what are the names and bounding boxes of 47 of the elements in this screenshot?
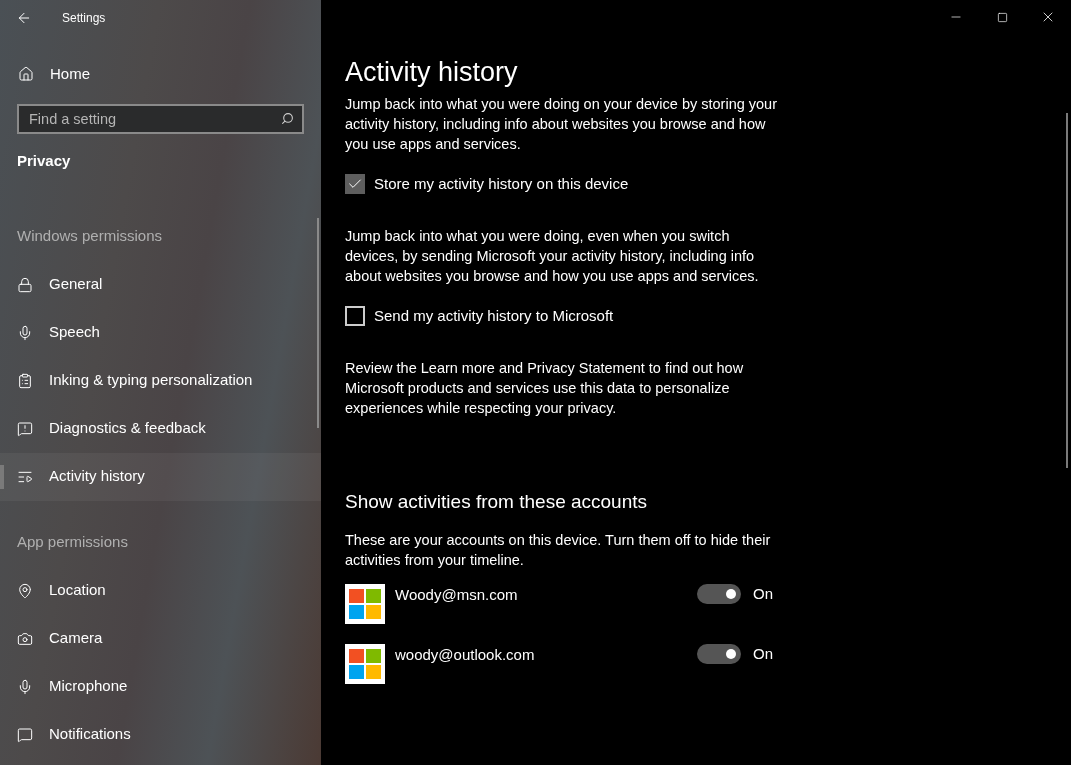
microphone-icon xyxy=(17,678,33,695)
home-link[interactable]: Home xyxy=(0,56,321,92)
clipboard-icon xyxy=(17,372,33,389)
toggle-switch[interactable] xyxy=(697,644,741,664)
section-heading: Show activities from these accounts xyxy=(345,490,649,514)
feedback-icon xyxy=(17,420,33,437)
checkbox-label: Send my activity history to Microsoft xyxy=(374,305,614,326)
microphone-icon xyxy=(17,324,33,341)
category-title: Privacy xyxy=(16,151,72,171)
back-arrow-icon xyxy=(16,10,32,26)
description-text: Review the Learn more and Privacy Statement to find out how Microsoft products and services use this data to personalize experiences while respecting your privacy. xyxy=(345,359,745,418)
account-logo xyxy=(345,584,385,624)
sidebar-item[interactable]: Inking & typing personalization xyxy=(0,356,321,405)
toggle-switch[interactable] xyxy=(697,584,741,604)
window-title: Settings xyxy=(62,10,106,27)
sidebar-item[interactable]: Activity history xyxy=(0,452,321,501)
section-header: App permissions xyxy=(16,532,129,553)
description-text: These are your accounts on this device. Turn them off to hide their activities from your timeline. xyxy=(345,531,772,570)
sidebar-item[interactable]: General xyxy=(0,260,321,309)
selection-indicator xyxy=(0,464,4,489)
sidebar-item[interactable]: Camera xyxy=(0,614,321,663)
checkbox[interactable]: Store my activity history on this device xyxy=(345,174,791,194)
account-email: Woody@msn.com xyxy=(395,585,519,605)
checkbox-box[interactable] xyxy=(345,174,365,194)
sidebar-item[interactable]: Notifications xyxy=(0,710,321,759)
account-logo xyxy=(345,644,385,684)
sidebar-item[interactable]: Speech xyxy=(0,308,321,357)
sidebar-item[interactable]: Location xyxy=(0,566,321,615)
description-text: Jump back into what you were doing on your device by storing your activity history, including info about websites you browse and how you use apps and services. xyxy=(345,95,777,154)
checkbox[interactable]: Send my activity history to Microsoft xyxy=(345,306,791,326)
home-icon xyxy=(18,66,34,82)
search-field[interactable]: Find a setting xyxy=(17,104,304,134)
description-text: Jump back into what you were doing, even when you switch devices, by sending Microsoft your activity history, including info about websites you browse and how you use apps and services. xyxy=(345,227,760,286)
sidebar-item[interactable]: Microphone xyxy=(0,662,321,711)
toggle-state: On xyxy=(753,584,773,604)
toggle-state: On xyxy=(753,644,773,664)
maximize-icon xyxy=(996,11,1008,23)
search-icon[interactable] xyxy=(281,112,294,125)
lock-icon xyxy=(17,276,33,293)
account-email: woody@outlook.com xyxy=(395,645,536,665)
checkbox-label: Store my activity history on this device xyxy=(374,173,629,194)
sidebar-item[interactable]: Diagnostics & feedback xyxy=(0,404,321,453)
map-pin-icon xyxy=(17,582,33,599)
page-title: Activity history xyxy=(345,56,519,89)
camera-icon xyxy=(17,630,33,647)
section-header: Windows permissions xyxy=(16,226,164,247)
speech-bubble-icon xyxy=(17,726,33,743)
